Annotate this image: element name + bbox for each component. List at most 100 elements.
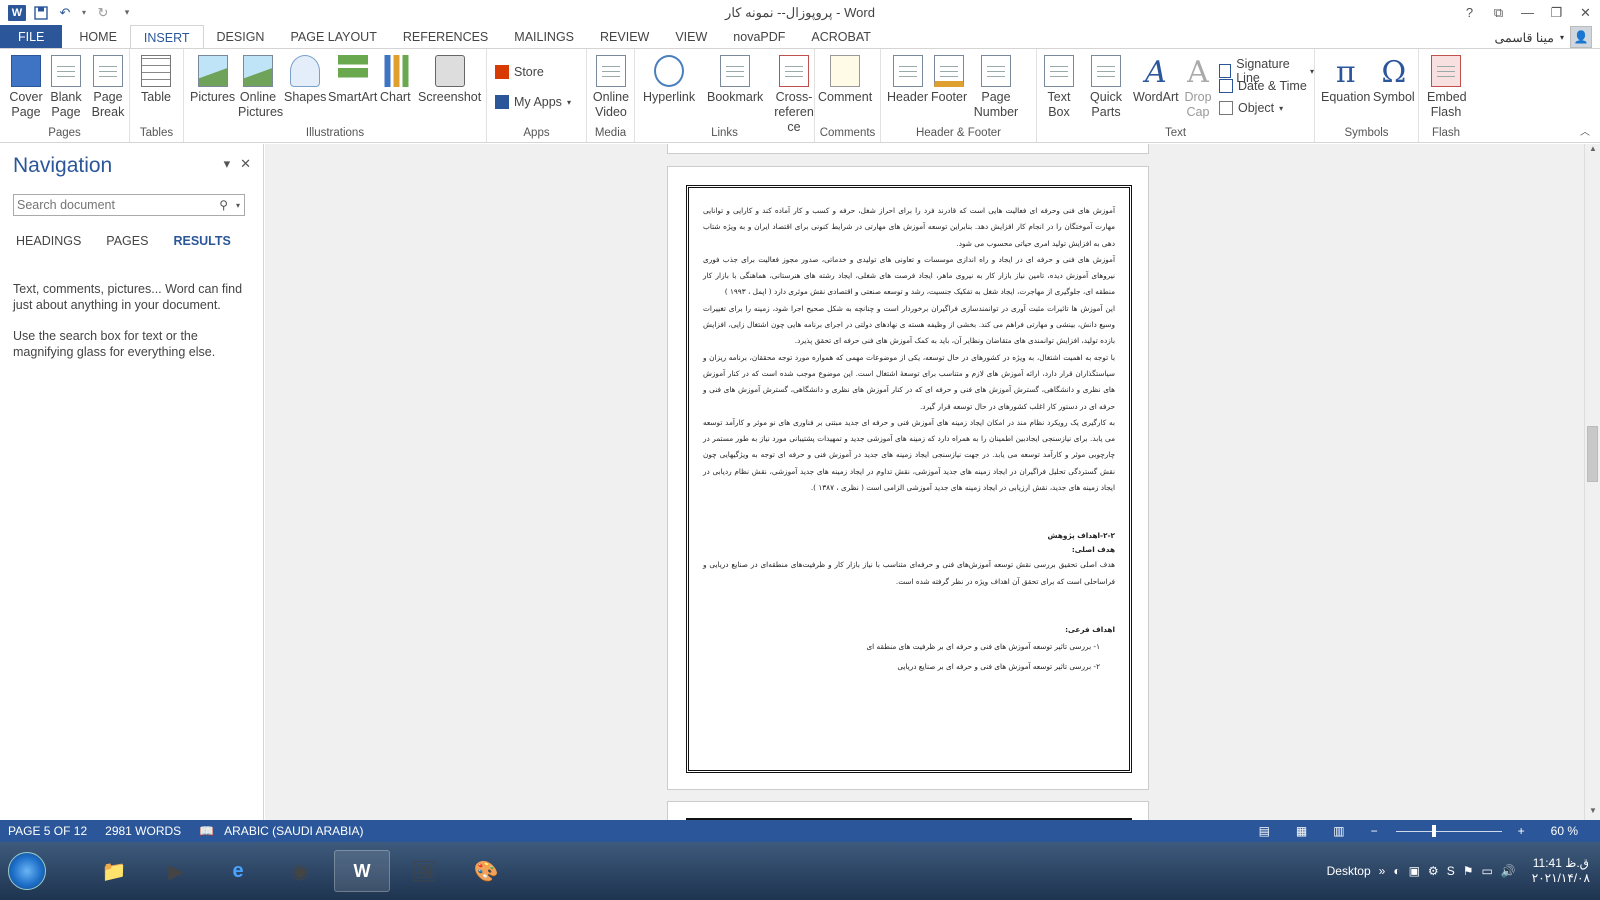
bookmark-button[interactable]: Bookmark bbox=[707, 55, 763, 105]
scroll-down-icon[interactable]: ▼ bbox=[1585, 806, 1600, 820]
drop-cap-button[interactable]: A Drop Cap bbox=[1183, 55, 1213, 120]
screenshot-button[interactable]: Screenshot bbox=[418, 55, 481, 105]
online-pictures-button[interactable]: Online Pictures bbox=[238, 55, 283, 120]
chevron-down-icon[interactable]: ▾ bbox=[232, 201, 244, 210]
help-icon[interactable]: ? bbox=[1455, 0, 1484, 25]
magnifier-icon[interactable]: ⚲ bbox=[215, 198, 232, 212]
tab-page-layout[interactable]: PAGE LAYOUT bbox=[277, 25, 389, 49]
read-mode-icon[interactable]: ▤ bbox=[1259, 824, 1270, 838]
equation-button[interactable]: π Equation bbox=[1321, 55, 1370, 105]
table-button[interactable]: Table bbox=[141, 55, 171, 105]
page-content[interactable]: آموزش های فنی وحرفه ای فعالیت هایی است ک… bbox=[703, 203, 1115, 677]
symbol-button[interactable]: Ω Symbol bbox=[1373, 55, 1415, 105]
tab-results[interactable]: RESULTS bbox=[173, 234, 230, 248]
photos-icon[interactable]: 🖼 bbox=[396, 850, 452, 892]
language[interactable]: ARABIC (SAUDI ARABIA) bbox=[224, 824, 363, 838]
web-layout-icon[interactable]: ▥ bbox=[1333, 824, 1344, 838]
object-button[interactable]: Object ▾ bbox=[1219, 101, 1283, 115]
page-break-button[interactable]: Page Break bbox=[91, 55, 125, 120]
my-apps-button[interactable]: My Apps ▾ bbox=[495, 95, 571, 109]
word-taskbar-icon[interactable]: W bbox=[334, 850, 390, 892]
page-number-button[interactable]: Page Number bbox=[973, 55, 1019, 120]
group-pages: Cover Page Blank Page Page Break Pages bbox=[0, 49, 130, 142]
date-time-button[interactable]: Date & Time bbox=[1219, 79, 1307, 93]
search-input[interactable] bbox=[14, 198, 216, 212]
maximize-button[interactable]: ❐ bbox=[1542, 0, 1571, 25]
zoom-in-icon[interactable]: + bbox=[1518, 824, 1525, 838]
start-button[interactable] bbox=[8, 852, 46, 890]
customize-qat-icon[interactable]: ▾ bbox=[118, 4, 136, 22]
tab-novapdf[interactable]: novaPDF bbox=[720, 25, 798, 49]
tab-design[interactable]: DESIGN bbox=[204, 25, 278, 49]
undo-icon[interactable]: ↶ bbox=[56, 4, 74, 22]
tab-acrobat[interactable]: ACROBAT bbox=[798, 25, 884, 49]
tray-app-icon[interactable]: ◐ bbox=[1393, 864, 1400, 878]
footer-button[interactable]: Footer bbox=[931, 55, 967, 105]
tab-headings[interactable]: HEADINGS bbox=[16, 234, 81, 248]
scroll-up-icon[interactable]: ▲ bbox=[1585, 144, 1600, 158]
zoom-slider-knob[interactable] bbox=[1431, 824, 1436, 837]
settings-icon[interactable]: ⚙ bbox=[1428, 864, 1439, 878]
store-button[interactable]: Store bbox=[495, 65, 544, 79]
proofing-icon[interactable]: 📖 bbox=[199, 824, 214, 838]
print-layout-icon[interactable]: ▦ bbox=[1296, 824, 1307, 838]
cover-page-button[interactable]: Cover Page bbox=[6, 55, 46, 120]
tab-insert[interactable]: INSERT bbox=[129, 25, 204, 49]
comment-button[interactable]: Comment bbox=[818, 55, 872, 105]
save-icon[interactable] bbox=[32, 4, 50, 22]
zoom-slider[interactable] bbox=[1395, 824, 1502, 837]
minimize-button[interactable]: — bbox=[1513, 0, 1542, 25]
cross-reference-button[interactable]: Cross-reference bbox=[772, 55, 816, 135]
tray-app-icon[interactable]: ▣ bbox=[1409, 864, 1420, 878]
tab-view[interactable]: VIEW bbox=[662, 25, 720, 49]
wordart-button[interactable]: A WordArt bbox=[1133, 55, 1179, 105]
document-page[interactable]: آموزش های فنی وحرفه ای فعالیت هایی است ک… bbox=[667, 166, 1149, 790]
ribbon-display-options-icon[interactable]: ⧉ bbox=[1484, 0, 1513, 25]
scroll-thumb[interactable] bbox=[1587, 426, 1598, 482]
embed-flash-button[interactable]: Embed Flash bbox=[1427, 55, 1467, 120]
header-button[interactable]: Header bbox=[887, 55, 928, 105]
undo-dropdown-icon[interactable]: ▾ bbox=[80, 4, 88, 22]
shapes-button[interactable]: Shapes bbox=[284, 55, 326, 105]
document-area[interactable]: آموزش های فنی وحرفه ای فعالیت هایی است ک… bbox=[265, 144, 1584, 820]
media-player-icon[interactable]: ▶ bbox=[148, 850, 204, 892]
page-count[interactable]: PAGE 5 OF 12 bbox=[8, 824, 87, 838]
flag-icon[interactable]: ⚑ bbox=[1463, 864, 1474, 878]
blank-page-button[interactable]: Blank Page bbox=[49, 55, 83, 120]
internet-explorer-icon[interactable]: e bbox=[210, 850, 266, 892]
volume-icon[interactable]: 🔊 bbox=[1501, 864, 1516, 878]
tab-references[interactable]: REFERENCES bbox=[390, 25, 501, 49]
paint-icon[interactable]: 🎨 bbox=[458, 850, 514, 892]
skype-icon[interactable]: S bbox=[1447, 864, 1455, 878]
zoom-out-icon[interactable]: − bbox=[1371, 824, 1378, 838]
chevron-down-icon[interactable]: ▾ bbox=[224, 156, 231, 172]
chart-button[interactable]: Chart bbox=[380, 55, 411, 105]
tab-file[interactable]: FILE bbox=[0, 25, 63, 49]
desktop-toolbar[interactable]: Desktop bbox=[1327, 864, 1371, 878]
quick-parts-button[interactable]: Quick Parts bbox=[1087, 55, 1125, 120]
vertical-scrollbar[interactable]: ▲ ▼ bbox=[1584, 144, 1600, 820]
chrome-icon[interactable]: ◉ bbox=[272, 850, 328, 892]
network-icon[interactable]: ▭ bbox=[1481, 864, 1492, 878]
tab-home[interactable]: HOME bbox=[66, 25, 130, 49]
tab-review[interactable]: REVIEW bbox=[587, 25, 662, 49]
word-logo-icon[interactable]: W bbox=[8, 4, 26, 21]
tab-mailings[interactable]: MAILINGS bbox=[501, 25, 587, 49]
smartart-button[interactable]: SmartArt bbox=[328, 55, 377, 105]
online-video-button[interactable]: Online Video bbox=[592, 55, 630, 120]
group-apps: Store My Apps ▾ Apps bbox=[487, 49, 587, 142]
pictures-button[interactable]: Pictures bbox=[190, 55, 235, 105]
close-icon[interactable]: ✕ bbox=[240, 156, 251, 172]
clock[interactable]: 11:41 ق.ظ ۲۰۲۱/۱۴/۰۸ bbox=[1532, 856, 1590, 886]
collapse-ribbon-icon[interactable]: ︿ bbox=[1580, 123, 1590, 138]
text-box-button[interactable]: Text Box bbox=[1043, 55, 1075, 120]
close-button[interactable]: ✕ bbox=[1571, 0, 1600, 25]
redo-icon[interactable]: ↻ bbox=[94, 4, 112, 22]
user-account[interactable]: مینا قاسمی ▾ 👤 bbox=[1495, 25, 1592, 49]
tab-pages[interactable]: PAGES bbox=[106, 234, 148, 248]
tray-expand-icon[interactable]: » bbox=[1379, 864, 1386, 878]
hyperlink-button[interactable]: Hyperlink bbox=[643, 55, 695, 105]
word-count[interactable]: 2981 WORDS bbox=[105, 824, 181, 838]
explorer-icon[interactable]: 📁 bbox=[86, 850, 142, 892]
zoom-level[interactable]: 60 % bbox=[1551, 824, 1578, 838]
